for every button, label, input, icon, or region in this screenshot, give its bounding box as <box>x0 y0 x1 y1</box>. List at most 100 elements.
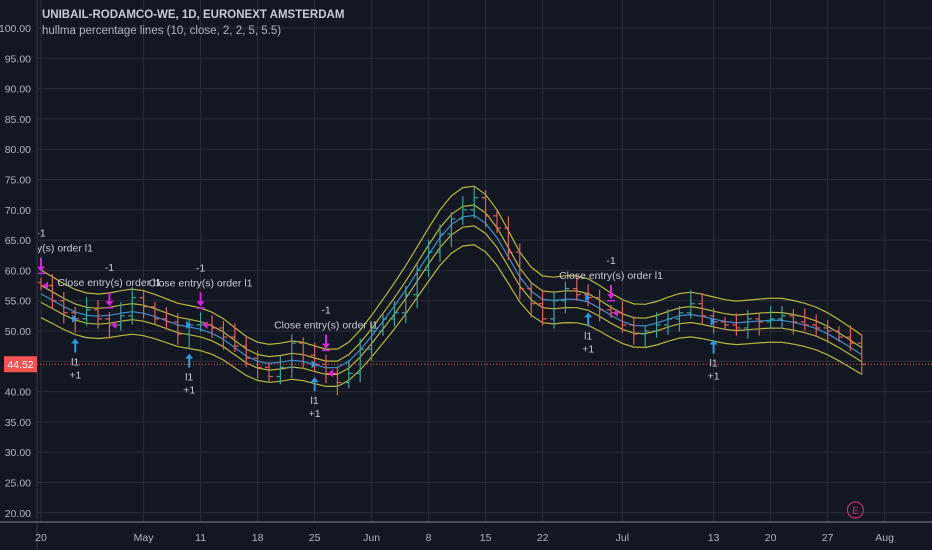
ohlc-bar <box>607 304 615 318</box>
time-tick-label: 13 <box>708 532 720 544</box>
buy-arrow-icon <box>71 338 80 353</box>
time-tick-label: Jul <box>616 532 629 544</box>
grid <box>37 0 932 522</box>
last-price-label: 44.52 <box>7 359 33 371</box>
ohlc-bar <box>857 334 866 375</box>
price-tick-label: 70.00 <box>5 205 31 217</box>
ohlc-bar <box>470 187 479 219</box>
price-tick-label: 65.00 <box>5 235 31 247</box>
ohlc-bar <box>595 289 604 322</box>
ohlc-bar <box>766 306 775 329</box>
price-chart[interactable]: 20.0025.0030.0035.0040.0045.0050.0055.00… <box>0 0 932 550</box>
time-tick-label: 20 <box>765 532 777 544</box>
sell-qty-label: -1 <box>321 305 330 317</box>
price-tick-label: 35.00 <box>5 417 31 429</box>
buy-qty-label: +1 <box>708 371 720 383</box>
price-tick-label: 95.00 <box>5 53 31 65</box>
price-tick-label: 55.00 <box>5 296 31 308</box>
buy-qty-label: +1 <box>309 408 321 420</box>
ohlc-bar <box>333 366 342 396</box>
time-tick-label: 15 <box>480 532 492 544</box>
sell-arrow-base <box>105 307 114 309</box>
ohlc-bar <box>390 301 399 327</box>
buy-order-label: l1 <box>584 330 592 342</box>
buy-qty-label: +1 <box>69 369 81 381</box>
ohlc-bar <box>82 297 91 326</box>
ohlc-bar <box>38 277 45 291</box>
sell-arrow-icon <box>322 334 330 349</box>
sell-qty-label: -1 <box>606 255 615 267</box>
symbol-title[interactable]: UNIBAIL-RODAMCO-WE, 1D, EURONEXT AMSTERD… <box>42 9 344 21</box>
ohlc-bar <box>162 307 171 330</box>
time-tick-label: 22 <box>537 532 549 544</box>
exit-flag-icon <box>328 369 333 378</box>
sell-arrow-icon <box>607 284 615 299</box>
time-tick-label: Jun <box>363 532 380 544</box>
ohlc-bar <box>812 314 821 337</box>
price-tick-label: 50.00 <box>5 326 31 338</box>
buy-arrow-icon <box>185 353 194 368</box>
sell-qty-label: -1 <box>105 262 114 274</box>
ohlc-bar <box>322 354 330 384</box>
buy-qty-label: +1 <box>183 385 195 397</box>
ohlc-bar <box>116 302 125 331</box>
ohlc-bar <box>755 313 764 336</box>
ohlc-bar <box>732 313 741 336</box>
buy-order-label: l1 <box>185 372 193 384</box>
price-tick-label: 75.00 <box>5 175 31 187</box>
buy-order-label: l1 <box>71 356 79 368</box>
price-tick-label: 85.00 <box>5 114 31 126</box>
time-tick-label: 11 <box>195 532 206 544</box>
price-tick-label: 80.00 <box>5 144 31 156</box>
ohlc-bar <box>151 301 159 324</box>
time-tick-label: 8 <box>426 532 432 544</box>
price-tick-label: 100.00 <box>0 23 31 35</box>
time-tick-label: 25 <box>309 532 321 544</box>
ohlc-bar <box>242 335 251 367</box>
time-tick-label: Aug <box>875 532 894 544</box>
price-tick-label: 60.00 <box>5 265 31 277</box>
ohlc-bar <box>800 308 809 331</box>
earnings-label[interactable]: E <box>852 506 859 517</box>
ohlc-bar <box>675 306 684 332</box>
ohlc-bar <box>641 325 650 348</box>
ohlc-bar <box>629 316 638 345</box>
sell-qty-label: -1 <box>196 262 205 274</box>
sell-arrow-icon <box>38 257 45 272</box>
ohlc-bar <box>276 355 285 385</box>
sell-order-label: Close entry(s) order l1 <box>149 277 253 289</box>
ohlc-bar <box>128 287 137 325</box>
sell-qty-label: -1 <box>36 228 45 240</box>
ohlc-bar <box>265 362 273 382</box>
price-tick-label: 30.00 <box>5 447 31 459</box>
sell-order-label: Close entry(s) order l1 <box>57 277 161 289</box>
sell-arrow-base <box>196 307 205 309</box>
study-legend[interactable]: hullma percentage lines (10, close, 2, 2… <box>42 25 281 37</box>
price-tick-label: 90.00 <box>5 84 31 96</box>
price-tick-label: 25.00 <box>5 478 31 490</box>
time-tick-label: May <box>134 532 155 544</box>
buy-order-label: l1 <box>311 395 319 407</box>
time-tick-label: 18 <box>252 532 264 544</box>
sell-order-label: Close entry(s) order l1 <box>559 270 663 282</box>
ohlc-bar <box>778 306 786 329</box>
ohlc-bar <box>436 224 444 262</box>
price-tick-label: 40.00 <box>5 387 31 399</box>
sell-order-label: Close entry(s) order l1 <box>274 320 378 332</box>
band-outer-upper <box>40 185 863 350</box>
sell-arrow-icon <box>196 292 205 307</box>
band-inner-lower <box>40 225 863 375</box>
ohlc-bar <box>721 317 729 330</box>
ohlc-bar <box>458 196 467 225</box>
plot-area: l1+1l1+1l1+1l1+1l1+1Close entry(s) order… <box>36 185 866 420</box>
sell-arrow-icon <box>105 292 114 307</box>
time-tick-label: 20 <box>35 532 47 544</box>
band-outer-lower <box>40 244 863 387</box>
time-tick-label: 27 <box>822 532 834 544</box>
buy-qty-label: +1 <box>582 343 594 355</box>
sell-arrow-base <box>322 349 330 352</box>
buy-order-label: l1 <box>710 358 718 370</box>
ohlc-bar <box>550 291 558 329</box>
ohlc-bar <box>561 281 570 314</box>
sell-arrow-base <box>607 299 615 302</box>
